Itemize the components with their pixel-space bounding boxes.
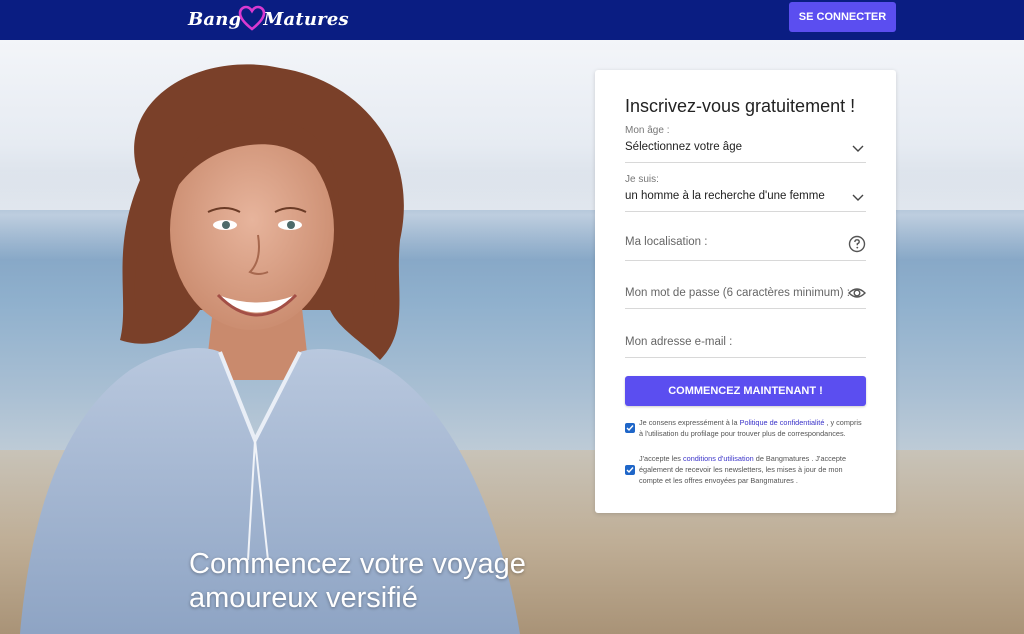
hero-woman-photo <box>20 64 520 634</box>
location-input[interactable]: Ma localisation : <box>625 235 866 261</box>
gender-select-label: Je suis: <box>625 174 659 185</box>
age-select-value: Sélectionnez votre âge <box>625 141 742 153</box>
hero-tagline: Commencez votre voyage amoureux versifié <box>189 547 526 615</box>
eye-icon[interactable] <box>848 284 866 302</box>
logo-wordmark: Bang Matures <box>188 4 349 34</box>
privacy-consent-text: Je consens expressément à la Politique d… <box>639 417 866 439</box>
chevron-down-icon <box>852 194 864 201</box>
chevron-down-icon <box>852 145 864 152</box>
terms-consent-pre: J'accepte les <box>639 454 683 463</box>
age-select-label: Mon âge : <box>625 125 670 136</box>
start-now-button[interactable]: COMMENCEZ MAINTENANT ! <box>625 376 866 406</box>
email-input-placeholder: Mon adresse e-mail : <box>625 336 733 348</box>
terms-of-use-link[interactable]: conditions d'utilisation <box>683 454 754 463</box>
privacy-consent-pre: Je consens expressément à la <box>639 418 740 427</box>
email-input[interactable]: Mon adresse e-mail : <box>625 336 866 358</box>
privacy-consent-checkbox[interactable] <box>625 423 635 433</box>
gender-select-value: un homme à la recherche d'une femme <box>625 190 825 202</box>
age-select[interactable]: Mon âge : Sélectionnez votre âge <box>625 125 866 163</box>
checkmark-icon <box>626 466 634 473</box>
signup-form-card: Inscrivez-vous gratuitement ! Mon âge : … <box>595 70 896 513</box>
privacy-consent-row: Je consens expressément à la Politique d… <box>625 417 866 439</box>
location-input-placeholder: Ma localisation : <box>625 236 708 248</box>
hero-tagline-line1: Commencez votre voyage <box>189 548 526 580</box>
brand-logo[interactable]: Bang Matures <box>188 4 349 34</box>
gender-select[interactable]: Je suis: un homme à la recherche d'une f… <box>625 174 866 212</box>
password-input[interactable]: Mon mot de passe (6 caractères minimum) … <box>625 287 866 309</box>
logo-text-part1: Bang <box>188 8 242 30</box>
logo-text-part2: Matures <box>263 8 349 30</box>
terms-consent-checkbox[interactable] <box>625 464 635 475</box>
privacy-policy-link[interactable]: Politique de confidentialité <box>740 418 825 427</box>
password-input-placeholder: Mon mot de passe (6 caractères minimum) … <box>625 287 850 299</box>
hero-tagline-line2: amoureux versifié <box>189 582 418 614</box>
terms-consent-text: J'accepte les conditions d'utilisation d… <box>639 453 866 486</box>
signup-form-title: Inscrivez-vous gratuitement ! <box>625 96 856 116</box>
top-navigation-bar: Bang Matures SE CONNECTER <box>0 0 1024 40</box>
help-circle-icon[interactable] <box>848 235 866 253</box>
terms-consent-row: J'accepte les conditions d'utilisation d… <box>625 453 866 486</box>
checkmark-icon <box>626 425 634 432</box>
login-button[interactable]: SE CONNECTER <box>789 2 896 32</box>
